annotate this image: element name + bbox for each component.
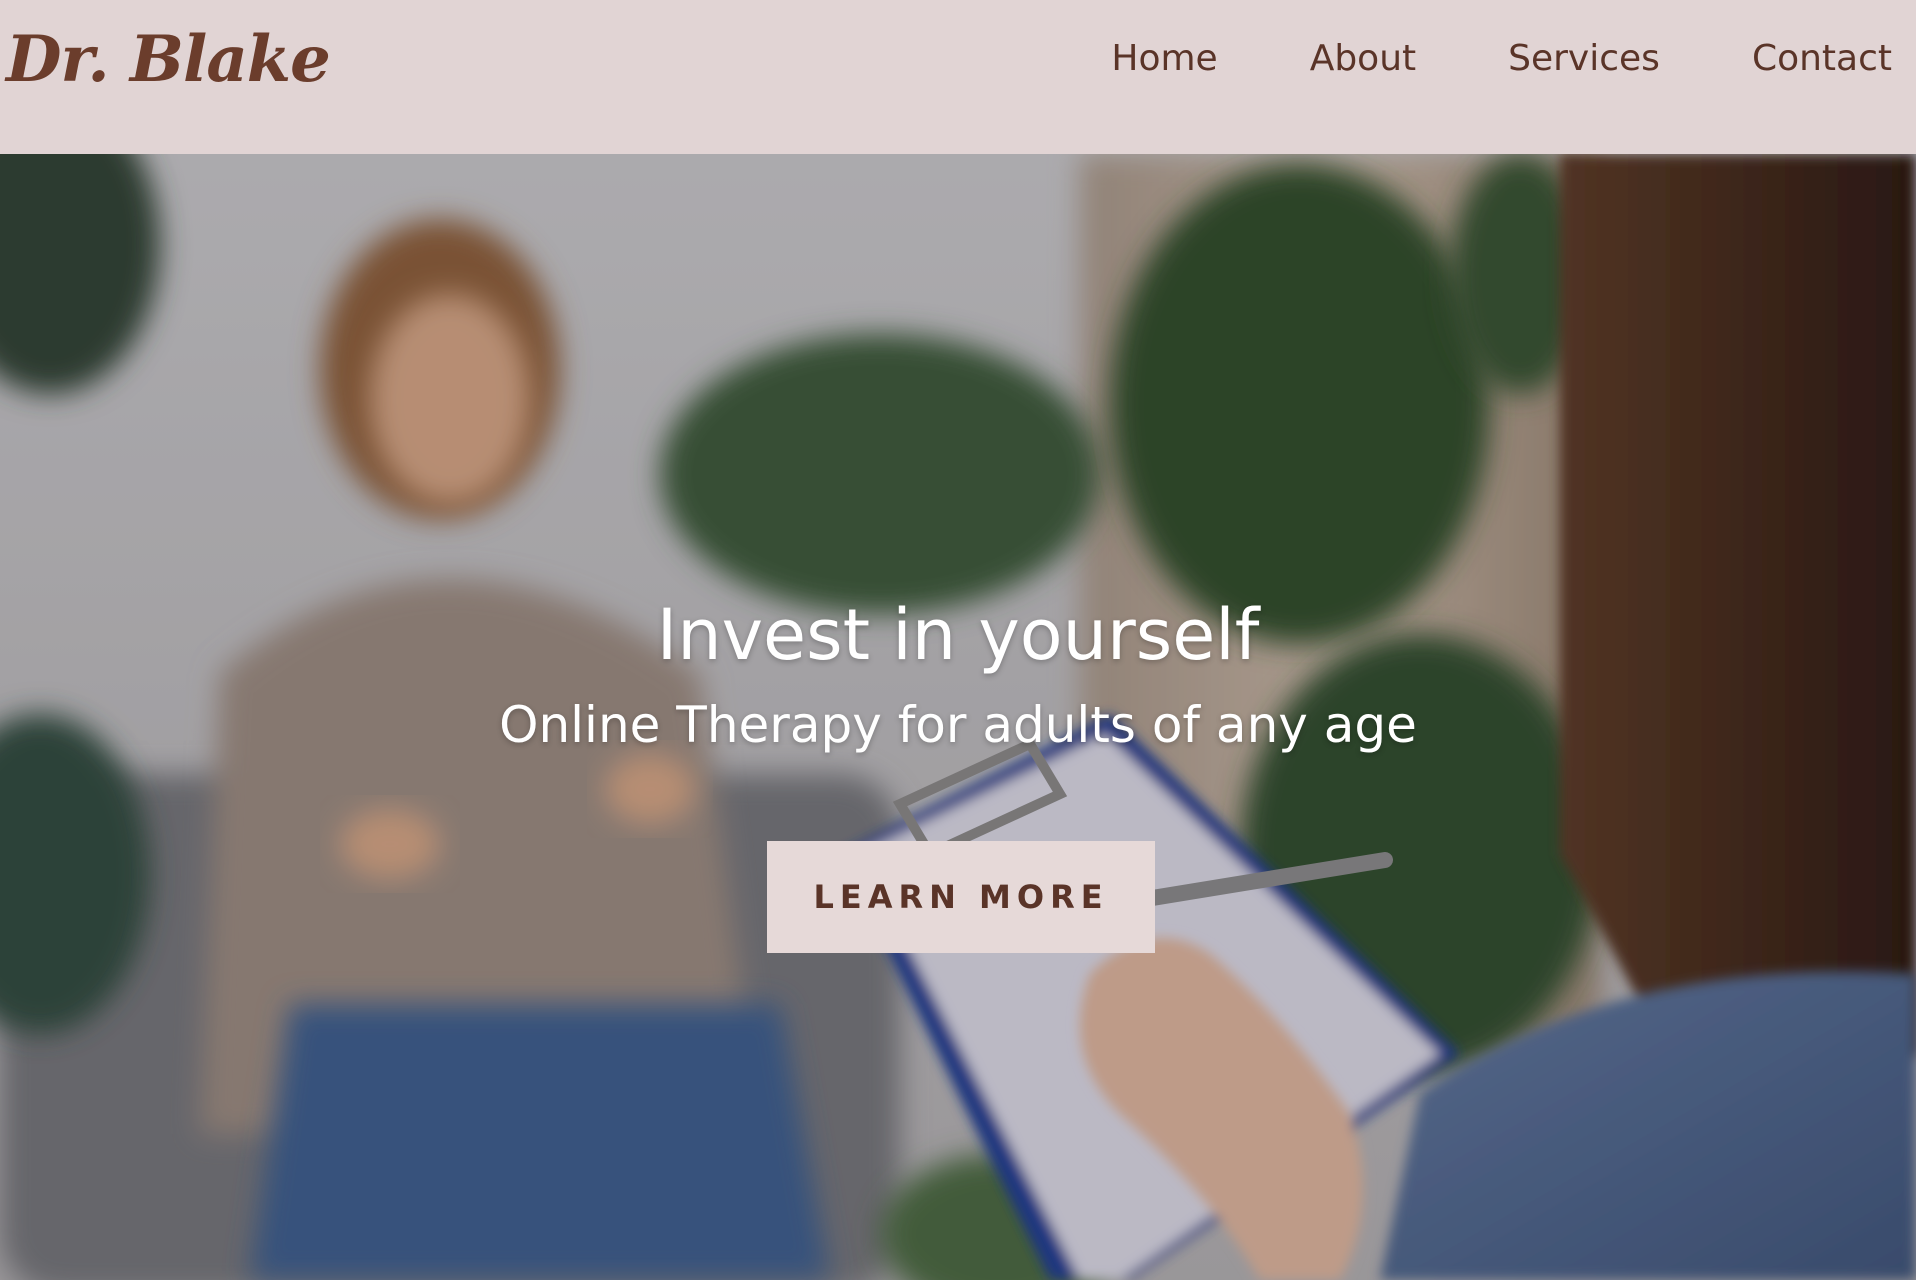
nav-contact-link[interactable]: Contact [1752,38,1892,79]
hero-subtitle: Online Therapy for adults of any age [499,696,1417,754]
learn-more-button[interactable]: LEARN MORE [767,841,1155,953]
hero-title: Invest in yourself [656,594,1260,676]
logo[interactable]: Dr. Blake [6,22,331,97]
nav-about-link[interactable]: About [1310,38,1416,79]
nav-services-link[interactable]: Services [1508,38,1660,79]
hero-section: Invest in yourself Online Therapy for ad… [0,154,1916,1280]
site-header: Dr. Blake Home About Services Contact [0,0,1916,154]
nav-home-link[interactable]: Home [1111,38,1217,79]
main-nav: Home About Services Contact [1111,38,1892,79]
